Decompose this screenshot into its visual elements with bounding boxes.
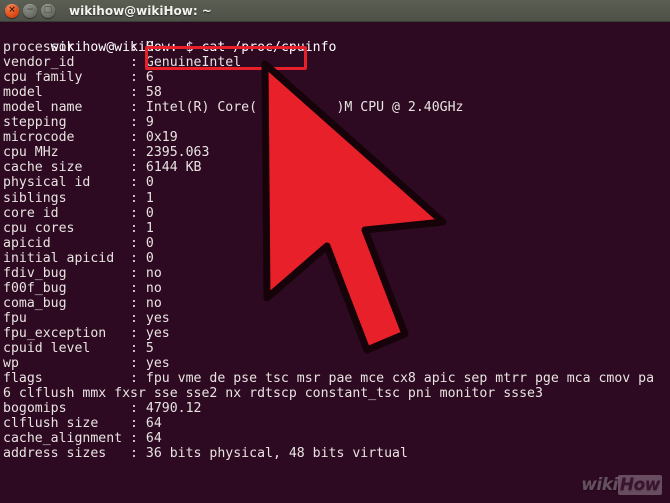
terminal-line: model : 58 <box>3 85 162 101</box>
terminal-line: siblings : 1 <box>3 190 154 206</box>
close-icon: × <box>8 5 16 15</box>
terminal-line: physical id : 0 <box>3 175 154 191</box>
terminal-line: fpu : yes <box>3 310 170 326</box>
terminal-line: cpu MHz : 2395.063 <box>3 145 210 161</box>
watermark-suffix: How <box>617 475 662 495</box>
terminal-line: cache_alignment : 64 <box>3 431 162 447</box>
window-controls: × − □ <box>5 3 55 18</box>
terminal-line: initial apicid : 0 <box>3 250 154 266</box>
terminal-line: f00f_bug : no <box>3 280 162 296</box>
terminal-line: clflush size : 64 <box>3 416 162 432</box>
terminal-line: cpu family : 6 <box>3 70 154 86</box>
terminal-line: microcode : 0x19 <box>3 130 178 146</box>
wikihow-watermark: wiki How <box>581 475 662 495</box>
terminal-line: address sizes : 36 bits physical, 48 bit… <box>3 446 408 462</box>
terminal-line: cache size : 6144 KB <box>3 160 202 176</box>
terminal-line: processor : 0 <box>3 40 154 56</box>
terminal-line: fdiv_bug : no <box>3 265 162 281</box>
watermark-prefix: wiki <box>581 475 618 495</box>
terminal-line: 6 clflush mmx fxsr sse sse2 nx rdtscp co… <box>3 386 543 402</box>
terminal-line: bogomips : 4790.12 <box>3 401 202 417</box>
terminal-line: wp : yes <box>3 356 170 372</box>
cpuinfo-output: processor : 0 vendor_id : GenuineIntel cpu… <box>3 40 670 461</box>
close-window-button[interactable]: × <box>5 3 19 18</box>
minimize-icon: − <box>26 5 34 15</box>
terminal-line: stepping : 9 <box>3 115 154 131</box>
terminal-output-area[interactable]: wikihow@wikiHow:~$ cat /proc/cpuinfo pro… <box>0 22 670 503</box>
terminal-line: fpu_exception : yes <box>3 325 170 341</box>
terminal-line: core id : 0 <box>3 205 154 221</box>
terminal-line: apicid : 0 <box>3 235 154 251</box>
terminal-line: coma_bug : no <box>3 295 162 311</box>
terminal-line: cpuid level : 5 <box>3 340 154 356</box>
maximize-window-button[interactable]: □ <box>41 3 55 18</box>
maximize-icon: □ <box>43 5 53 15</box>
terminal-line: cpu cores : 1 <box>3 220 154 236</box>
window-titlebar: × − □ wikihow@wikiHow: ~ <box>0 0 670 22</box>
minimize-window-button[interactable]: − <box>23 3 37 18</box>
terminal-prompt-line: wikihow@wikiHow:~$ cat /proc/cpuinfo <box>3 25 670 55</box>
terminal-line: model name : Intel(R) Core( )M CPU @ 2.4… <box>3 100 464 116</box>
terminal-line: flags : fpu vme de pse tsc msr pae mce c… <box>3 371 655 387</box>
window-title: wikihow@wikiHow: ~ <box>69 3 212 18</box>
terminal-line: vendor_id : GenuineIntel <box>3 55 242 71</box>
screenshot-root: × − □ wikihow@wikiHow: ~ wikihow@wikiHow… <box>0 0 670 503</box>
